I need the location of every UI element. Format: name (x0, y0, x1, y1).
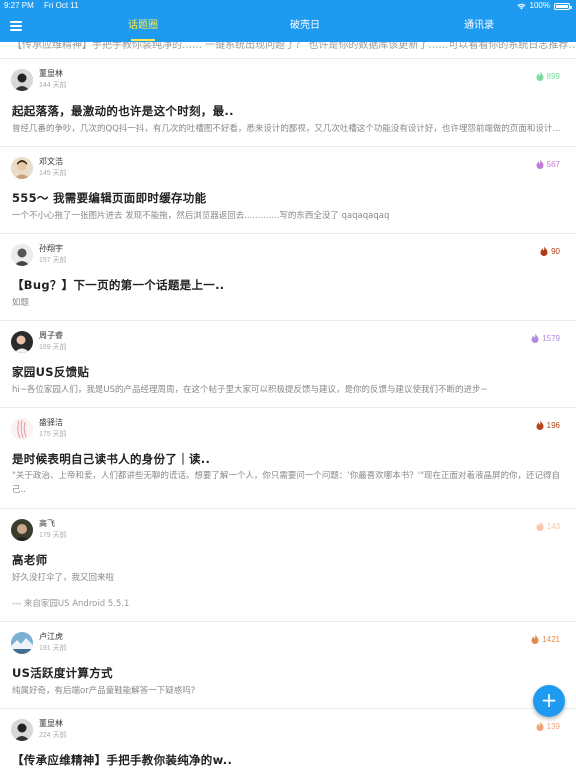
battery-icon (554, 2, 572, 10)
author-name[interactable]: 邓文浩 (39, 156, 63, 167)
heat-value: 1421 (542, 634, 560, 644)
flame-icon (536, 71, 544, 81)
plus-icon: + (540, 688, 558, 712)
author-name[interactable]: 盛驿洁 (39, 417, 63, 428)
topic-item[interactable]: 董显林 144 天前 899 起起落落，最激动的也许是这个时刻，最.. 曾经几番… (0, 59, 576, 147)
heat-count: 899 (536, 71, 560, 81)
post-time: 145 天前 (39, 170, 67, 177)
topic-item[interactable]: 周子睿 169 天前 1579 家园US反馈贴 hi~各位家园人们，我是US的产… (0, 321, 576, 408)
wifi-icon (516, 3, 526, 9)
post-time: 179 天前 (39, 532, 67, 539)
status-left: 9:27 PM Fri Oct 11 (4, 0, 87, 12)
topic-excerpt: 曾经几番的争吵，几次的QQ抖一抖，有几次的吐槽图不好看，悉来设计的鄙视，又几次吐… (12, 124, 561, 134)
heat-value: 196 (546, 420, 560, 430)
author-name[interactable]: 董显林 (39, 68, 63, 79)
post-signature: --- 来自家园US Android 5.5.1 (12, 599, 130, 609)
flame-icon (536, 159, 544, 169)
heat-count: 143 (536, 521, 560, 531)
partial-item-text: 【传承应维精神】手把手教你装纯净的…… 一键系统出现问题了？ 也许是你的数据库该… (12, 42, 576, 51)
heat-value: 139 (546, 721, 560, 731)
avatar[interactable] (11, 719, 33, 741)
topic-title[interactable]: 起起落落，最激动的也许是这个时刻，最.. (12, 103, 234, 119)
flame-icon (536, 521, 544, 531)
topic-excerpt: 一个不小心拖了一张图片进去 发现不能拖，然后浏览器返回去............… (12, 211, 390, 221)
author-name[interactable]: 周子睿 (39, 330, 63, 341)
battery-percent: 100% (529, 1, 550, 10)
heat-count: 1579 (531, 333, 560, 343)
flame-icon (540, 246, 548, 256)
topic-excerpt: 好久没打伞了，我又回来啦 (12, 573, 115, 583)
heat-value: 567 (546, 159, 560, 169)
author-name[interactable]: 孙翔宇 (39, 243, 63, 254)
post-time: 224 天前 (39, 732, 67, 739)
heat-value: 899 (546, 71, 560, 81)
heat-count: 139 (536, 721, 560, 731)
topic-title[interactable]: 是时候表明自己读书人的身份了｜读.. (12, 451, 210, 467)
heat-count: 567 (536, 159, 560, 169)
avatar[interactable] (11, 244, 33, 266)
status-date: Fri Oct 11 (44, 1, 79, 10)
avatar[interactable] (11, 331, 33, 353)
post-time: 157 天前 (39, 257, 67, 264)
flame-icon (531, 333, 539, 343)
heat-count: 90 (540, 246, 560, 256)
topic-item[interactable]: 高飞 179 天前 143 高老师 好久没打伞了，我又回来啦 --- 来自家园U… (0, 509, 576, 622)
topic-item[interactable]: 孙翔宇 157 天前 90 【Bug？】下一页的第一个话题是上一.. 如题 (0, 234, 576, 321)
heat-count: 196 (536, 420, 560, 430)
author-name[interactable]: 卢江虎 (39, 631, 63, 642)
topic-title[interactable]: 高老师 (12, 552, 47, 568)
tab-topic-circle[interactable]: 话题圈 (106, 12, 180, 42)
tab-birthday[interactable]: 破壳日 (268, 12, 342, 42)
heat-count: 1421 (531, 634, 560, 644)
author-name[interactable]: 董显林 (39, 718, 63, 729)
topic-title[interactable]: 【传承应维精神】手把手教你装纯净的w.. (12, 752, 232, 768)
topic-excerpt: 纯属好奇，有后端or产品童鞋能解答一下疑惑吗? (12, 686, 196, 696)
add-topic-button[interactable]: + (533, 685, 565, 717)
avatar[interactable] (11, 632, 33, 654)
heat-value: 1579 (542, 333, 560, 343)
post-time: 144 天前 (39, 82, 67, 89)
hamburger-menu-icon[interactable] (10, 21, 22, 33)
topic-title[interactable]: 【Bug？】下一页的第一个话题是上一.. (12, 277, 224, 293)
topic-excerpt: hi~各位家园人们，我是US的产品经理周周，在这个帖子里大家可以积极提反馈与建议… (12, 385, 488, 395)
heat-value: 143 (546, 521, 560, 531)
avatar[interactable] (11, 418, 33, 440)
tab-contacts[interactable]: 通讯录 (442, 12, 516, 42)
topic-excerpt: 如题 (12, 298, 30, 308)
topic-item[interactable]: 盛驿洁 175 天前 196 是时候表明自己读书人的身份了｜读.. "关于政治、… (0, 408, 576, 509)
flame-icon (536, 721, 544, 731)
topic-feed[interactable]: 【传承应维精神】手把手教你装纯净的…… 一键系统出现问题了？ 也许是你的数据库该… (0, 42, 576, 768)
status-bar: 9:27 PM Fri Oct 11 100% (0, 0, 576, 12)
post-time: 169 天前 (39, 344, 67, 351)
avatar[interactable] (11, 69, 33, 91)
heat-value: 90 (551, 246, 560, 256)
flame-icon (536, 420, 544, 430)
topic-item[interactable]: 董显林 224 天前 139 【传承应维精神】手把手教你装纯净的w.. (0, 709, 576, 768)
top-nav-bar: 话题圈 破壳日 通讯录 (0, 12, 576, 42)
flame-icon (531, 634, 539, 644)
topic-item[interactable]: 卢江虎 191 天前 1421 US活跃度计算方式 纯属好奇，有后端or产品童鞋… (0, 622, 576, 709)
topic-title[interactable]: US活跃度计算方式 (12, 665, 113, 681)
topic-item[interactable]: 邓文浩 145 天前 567 555～ 我需要编辑页面即时缓存功能 一个不小心拖… (0, 147, 576, 234)
status-right: 100% (516, 0, 572, 12)
author-name[interactable]: 高飞 (39, 518, 55, 529)
topic-title[interactable]: 家园US反馈贴 (12, 364, 89, 380)
status-time: 9:27 PM (4, 1, 34, 10)
post-time: 175 天前 (39, 431, 67, 438)
post-time: 191 天前 (39, 645, 67, 652)
partial-list-item[interactable]: 【传承应维精神】手把手教你装纯净的…… 一键系统出现问题了？ 也许是你的数据库该… (0, 42, 576, 59)
topic-title[interactable]: 555～ 我需要编辑页面即时缓存功能 (12, 190, 206, 206)
avatar[interactable] (11, 157, 33, 179)
topic-excerpt: "关于政治、上帝和爱，人们都讲些无聊的谎话。想要了解一个人，你只需要问一个问题：… (12, 471, 560, 495)
avatar[interactable] (11, 519, 33, 541)
